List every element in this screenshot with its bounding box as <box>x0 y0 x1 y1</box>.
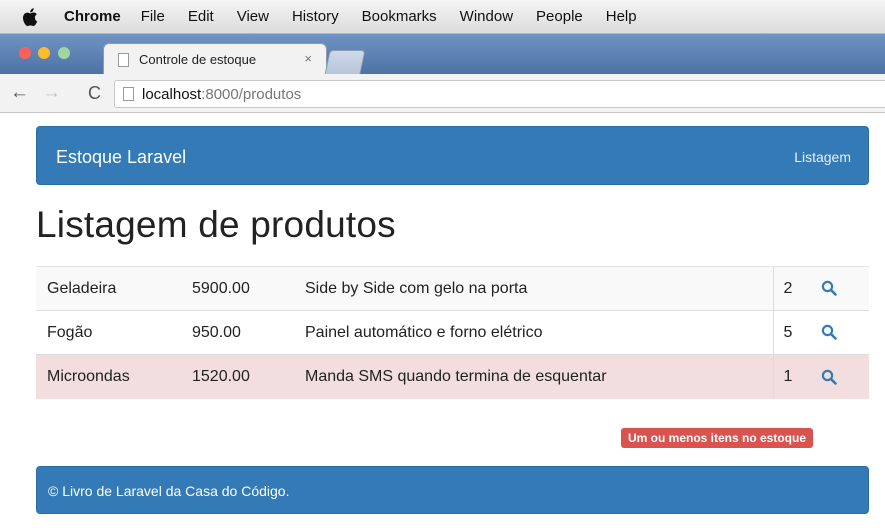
product-price: 950.00 <box>181 310 294 355</box>
search-icon[interactable] <box>821 324 837 341</box>
page-footer: © Livro de Laravel da Casa do Código. <box>36 466 869 514</box>
menu-bookmarks[interactable]: Bookmarks <box>362 8 437 25</box>
product-name: Microondas <box>36 354 181 399</box>
url-path: :8000/produtos <box>201 85 302 103</box>
product-price: 5900.00 <box>181 266 294 311</box>
macos-menu-bar: Chrome File Edit View History Bookmarks … <box>0 0 885 34</box>
menu-view[interactable]: View <box>237 8 269 25</box>
tab-close-icon[interactable]: × <box>304 51 312 66</box>
product-view-cell <box>810 354 869 399</box>
navbar-brand[interactable]: Estoque Laravel <box>56 147 186 168</box>
forward-arrow-icon[interactable]: → <box>42 82 61 104</box>
table-row: Geladeira 5900.00 Side by Side com gelo … <box>36 266 869 311</box>
page-icon <box>123 87 134 101</box>
product-view-cell <box>810 310 869 355</box>
nav-link-listagem[interactable]: Listagem <box>794 149 851 165</box>
page-icon <box>118 52 129 67</box>
browser-toolbar: ← → C localhost:8000/produtos <box>0 74 885 113</box>
menu-app-chrome[interactable]: Chrome <box>64 8 121 25</box>
address-bar[interactable]: localhost:8000/produtos <box>114 80 885 108</box>
menu-file[interactable]: File <box>141 8 165 25</box>
product-name: Geladeira <box>36 266 181 311</box>
browser-tab[interactable]: Controle de estoque × <box>103 43 327 75</box>
window-close-button[interactable] <box>19 47 31 59</box>
tab-title: Controle de estoque <box>139 52 257 67</box>
menu-window[interactable]: Window <box>460 8 513 25</box>
page-title: Listagem de produtos <box>36 204 396 245</box>
window-minimize-button[interactable] <box>38 47 50 59</box>
new-tab-button[interactable] <box>324 50 366 75</box>
reload-icon[interactable]: C <box>88 83 101 104</box>
menu-edit[interactable]: Edit <box>188 8 214 25</box>
search-icon[interactable] <box>821 369 837 385</box>
product-quantity: 2 <box>772 266 810 311</box>
footer-text: © Livro de Laravel da Casa do Código. <box>48 483 290 499</box>
menu-history[interactable]: History <box>292 8 339 25</box>
window-zoom-button[interactable] <box>58 47 70 59</box>
table-row-low-stock: Microondas 1520.00 Manda SMS quando term… <box>36 354 869 399</box>
url-host: localhost <box>142 85 202 103</box>
product-view-cell <box>810 266 869 311</box>
app-navbar: Estoque Laravel Listagem <box>36 126 869 185</box>
low-stock-legend-badge: Um ou menos itens no estoque <box>621 428 814 448</box>
product-description: Side by Side com gelo na porta <box>294 266 773 311</box>
product-price: 1520.00 <box>181 354 294 399</box>
product-quantity: 1 <box>772 354 810 399</box>
product-description: Painel automático e forno elétrico <box>294 310 773 355</box>
menu-help[interactable]: Help <box>606 8 637 25</box>
product-description: Manda SMS quando termina de esquentar <box>294 354 773 399</box>
back-arrow-icon[interactable]: ← <box>10 82 29 104</box>
search-icon[interactable] <box>821 280 837 297</box>
product-quantity: 5 <box>772 310 810 355</box>
products-table: Geladeira 5900.00 Side by Side com gelo … <box>36 266 869 399</box>
table-row: Fogão 950.00 Painel automático e forno e… <box>36 310 869 355</box>
apple-icon[interactable] <box>22 7 38 26</box>
menu-people[interactable]: People <box>536 8 583 25</box>
browser-tab-strip: Controle de estoque × <box>0 34 885 75</box>
product-name: Fogão <box>36 310 181 355</box>
